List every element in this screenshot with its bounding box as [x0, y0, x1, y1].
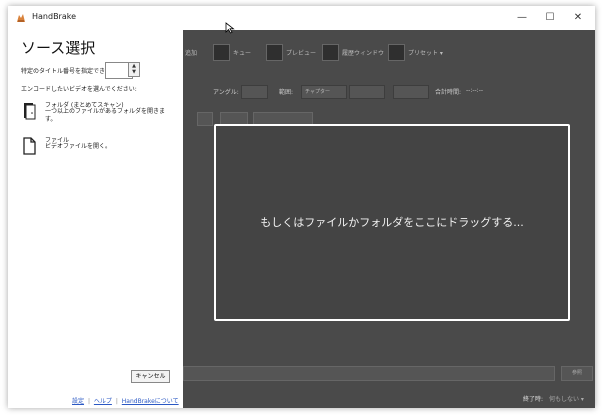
- toolbar-preview[interactable]: プレビュー: [286, 48, 316, 57]
- range-end-select[interactable]: [393, 85, 429, 99]
- angle-select[interactable]: [241, 85, 268, 99]
- range-value: チャプター: [305, 89, 330, 95]
- help-link[interactable]: ヘルプ: [94, 398, 112, 405]
- destination-path-field[interactable]: [183, 366, 555, 381]
- presets-icon[interactable]: [388, 44, 405, 61]
- choose-video-label: エンコードしたいビデオを選んでください:: [21, 86, 137, 93]
- file-icon: [23, 137, 36, 155]
- toolbar-activity[interactable]: 履歴ウィンドウ: [342, 48, 384, 57]
- footer-separator: |: [87, 398, 90, 405]
- browse-button[interactable]: 参照: [561, 366, 593, 381]
- range-start-select[interactable]: [349, 85, 385, 99]
- queue-icon[interactable]: [213, 44, 230, 61]
- drop-zone[interactable]: もしくはファイルかフォルダをここにドラッグする...: [214, 124, 570, 321]
- range-label: 範囲:: [279, 89, 294, 96]
- when-done-value: 何もしない ▾: [548, 396, 584, 403]
- toolbar-queue[interactable]: キュー: [233, 48, 251, 57]
- angle-label: アングル:: [213, 89, 239, 96]
- tab-button-1[interactable]: [197, 112, 213, 126]
- window-title: HandBrake: [32, 12, 77, 21]
- toolbar-presets[interactable]: プリセット ▾: [408, 48, 443, 57]
- stepper-down-icon[interactable]: ▼: [130, 69, 138, 75]
- title-number-stepper[interactable]: ▲ ▼: [128, 62, 140, 77]
- source-options-row: アングル: 範囲: チャプター 合計時間: --:--:--: [183, 85, 595, 99]
- preview-icon[interactable]: [266, 44, 283, 61]
- panel-footer-links: 設定 | ヘルプ | HandBrakeについて: [72, 396, 179, 405]
- panel-heading: ソース選択: [21, 39, 96, 57]
- folder-option[interactable]: フォルダ (まとめてスキャン) 一つ以上のファイルがあるフォルダを開きます。: [21, 100, 171, 128]
- duration-label: 合計時間:: [435, 89, 462, 96]
- close-button[interactable]: ✕: [567, 10, 589, 26]
- minimize-button[interactable]: —: [511, 10, 533, 26]
- toolbar: 追加 キュー プレビュー 履歴ウィンドウ プリセット ▾: [183, 44, 595, 70]
- drop-zone-text: もしくはファイルかフォルダをここにドラッグする...: [260, 216, 524, 229]
- settings-link[interactable]: 設定: [72, 398, 84, 405]
- source-selection-panel: ソース選択 特定のタイトル番号を指定できます: ▲ ▼ エンコードしたいビデオを…: [8, 30, 183, 408]
- when-done-label: 終了時:: [523, 396, 544, 403]
- handbrake-window: HandBrake — ☐ ✕ 追加 キュー プレビュー 履歴ウィンドウ プリセ…: [8, 6, 595, 408]
- folder-option-description: 一つ以上のファイルがあるフォルダを開きます。: [45, 108, 166, 123]
- when-done-area[interactable]: 終了時: 何もしない ▾: [523, 394, 584, 403]
- file-option[interactable]: ファイル ビデオファイルを開く。: [21, 135, 171, 159]
- toolbar-add-queue[interactable]: 追加: [185, 48, 197, 57]
- activity-log-icon[interactable]: [322, 44, 339, 61]
- mouse-cursor-icon: [225, 22, 235, 34]
- folder-batch-icon: [24, 103, 36, 120]
- maximize-button[interactable]: ☐: [539, 10, 561, 26]
- duration-value: --:--:--: [466, 87, 484, 94]
- range-select[interactable]: チャプター: [301, 85, 347, 99]
- handbrake-logo-icon: [17, 14, 25, 22]
- file-option-description: ビデオファイルを開く。: [45, 143, 112, 150]
- about-link[interactable]: HandBrakeについて: [122, 398, 179, 405]
- footer-separator: |: [115, 398, 118, 405]
- title-bar: HandBrake — ☐ ✕: [8, 6, 595, 30]
- cancel-button[interactable]: キャンセル: [131, 370, 170, 383]
